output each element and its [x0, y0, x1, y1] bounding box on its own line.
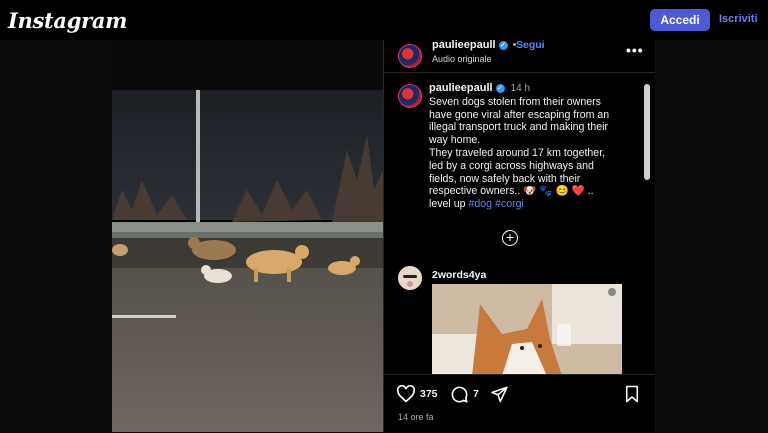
audio-label[interactable]: Audio originale [432, 54, 492, 64]
comments-count[interactable]: 7 [473, 388, 479, 400]
corgi-photo-illustration [432, 284, 622, 374]
commenter-avatar[interactable] [398, 266, 422, 290]
top-navigation-bar: Instagram Accedi Iscriviti [0, 0, 768, 40]
caption-line: respective owners.. 🐶 🐾 😊 ❤️ .. [429, 185, 594, 198]
author-username[interactable]: paulieepaull ✓ • [432, 39, 517, 51]
post-actions-bar: 375 7 14 ore fa [384, 374, 655, 433]
likes-count[interactable]: 375 [420, 388, 438, 400]
post-details-panel: paulieepaull ✓ • Segui Audio originale ••… [383, 39, 655, 433]
heart-icon[interactable] [396, 385, 416, 403]
commenter-username[interactable]: 2words4ya [432, 269, 486, 281]
login-button[interactable]: Accedi [650, 9, 710, 31]
post-modal: paulieepaull ✓ • Segui Audio originale ••… [112, 39, 655, 433]
posted-time-ago: 14 ore fa [398, 412, 434, 422]
caption-line: led by a corgi across highways and [429, 159, 594, 172]
signup-link[interactable]: Iscriviti [719, 13, 758, 25]
hashtag-link[interactable]: #corgi [495, 198, 524, 210]
caption-line: fields, now safely back with their [429, 172, 581, 185]
caption-author-avatar[interactable] [398, 84, 422, 108]
comment-bubble-icon[interactable] [450, 385, 469, 404]
verified-badge-icon: ✓ [495, 83, 505, 93]
comment-image[interactable] [432, 284, 622, 374]
follow-button[interactable]: Segui [516, 39, 545, 51]
hashtag-link[interactable]: #dog [468, 198, 492, 210]
caption-username[interactable]: paulieepaull [429, 82, 493, 94]
caption-line: way home. [429, 134, 481, 147]
author-avatar[interactable] [398, 44, 422, 68]
scrollbar-thumb[interactable] [644, 84, 650, 180]
comments-scroll-area[interactable]: paulieepaull ✓ 14 h Seven dogs stolen from… [384, 74, 644, 374]
caption-line: have gone viral after escaping from an [429, 108, 610, 121]
bookmark-icon[interactable] [624, 385, 640, 403]
caption-line: They traveled around 17 km together, [429, 146, 606, 159]
paper-plane-icon[interactable] [490, 385, 509, 403]
plus-circle-icon[interactable]: + [502, 230, 518, 246]
post-video[interactable] [112, 40, 383, 432]
post-header: paulieepaull ✓ • Segui Audio originale ••… [384, 39, 655, 73]
more-options-icon[interactable]: ••• [626, 42, 644, 58]
video-frame-illustration [112, 40, 383, 432]
post-time: 14 h [510, 83, 531, 94]
caption-line: Seven dogs stolen from their owners [429, 95, 601, 108]
verified-badge-icon: ✓ [498, 40, 508, 50]
post-caption: paulieepaull ✓ 14 h Seven dogs stolen from… [429, 82, 629, 211]
caption-line-last: level up #dog #corgi [429, 198, 524, 211]
comments-scrollbar[interactable] [643, 74, 651, 374]
instagram-logo[interactable]: Instagram [8, 8, 127, 33]
caption-line: illegal transport truck and making their [429, 121, 609, 134]
commenter-face-icon [398, 266, 422, 290]
